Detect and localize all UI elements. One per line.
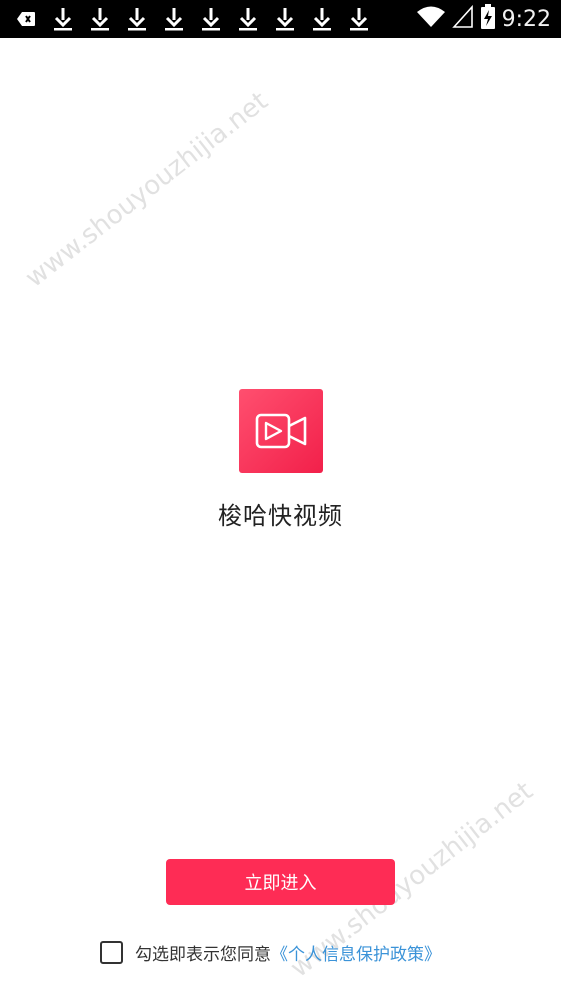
download-icon	[88, 7, 112, 31]
status-time: 9:22	[501, 6, 551, 32]
notification-area	[0, 7, 371, 31]
download-icon	[199, 7, 223, 31]
battery-charging-icon	[480, 4, 496, 34]
download-icon	[51, 7, 75, 31]
download-icon	[347, 7, 371, 31]
app-logo	[239, 389, 323, 473]
watermark-text: www.shouyouzhijia.net	[20, 86, 274, 294]
download-icon	[162, 7, 186, 31]
status-bar: 9:22	[0, 0, 561, 38]
system-icons: 9:22	[416, 4, 561, 34]
agree-checkbox[interactable]	[100, 941, 123, 964]
download-icon	[310, 7, 334, 31]
download-icon	[236, 7, 260, 31]
agreement-row: 勾选即表示您同意 《个人信息保护政策》	[100, 940, 441, 965]
download-icon	[125, 7, 149, 31]
app-name: 梭哈快视频	[218, 502, 343, 530]
download-icon	[273, 7, 297, 31]
app-notification-icon	[14, 7, 38, 31]
signal-icon	[451, 4, 474, 33]
enter-button[interactable]: 立即进入	[166, 859, 395, 905]
wifi-icon	[416, 5, 446, 33]
agreement-text: 勾选即表示您同意	[135, 945, 271, 965]
video-camera-icon	[255, 413, 307, 449]
privacy-policy-link[interactable]: 《个人信息保护政策》	[271, 940, 441, 965]
